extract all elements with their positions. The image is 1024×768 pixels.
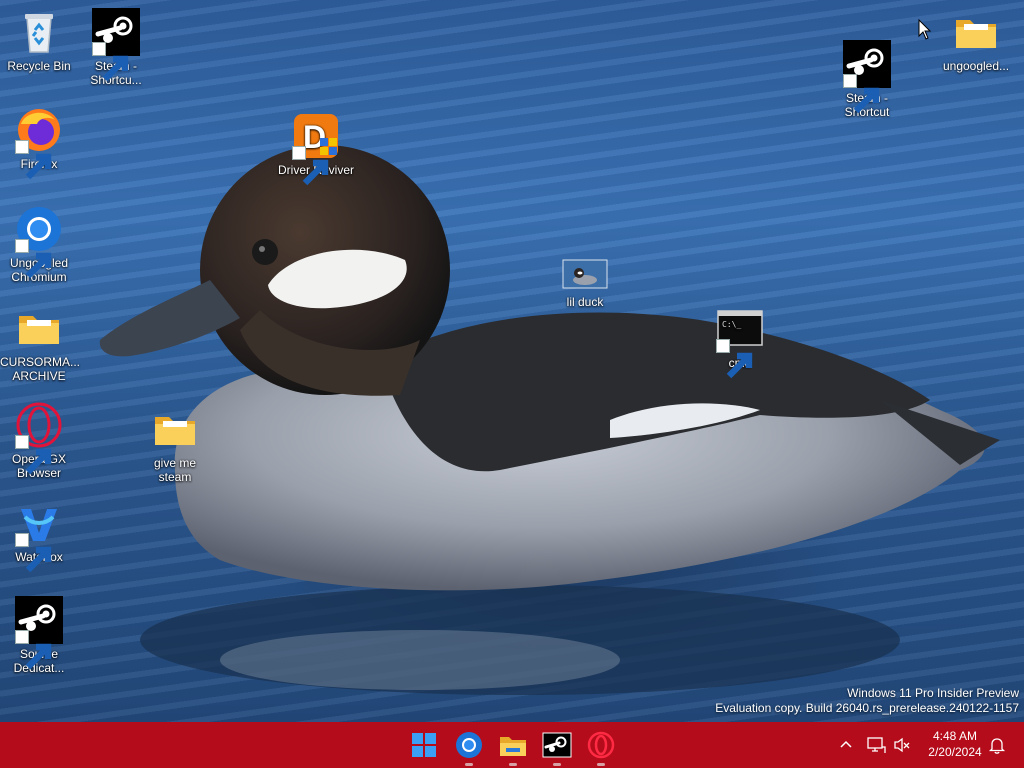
- running-indicator: [597, 763, 605, 766]
- desktop[interactable]: Recycle Bin Steam - Shortcu... Firefox D…: [0, 0, 1024, 722]
- shortcut-arrow-icon: [15, 533, 52, 573]
- clock-date: 2/20/2024: [928, 745, 982, 759]
- show-hidden-icons-button[interactable]: [836, 735, 856, 755]
- driver-reviver-icon: D: [292, 112, 340, 186]
- folder-icon: [151, 405, 199, 453]
- steam-icon: [15, 596, 63, 670]
- watermark-line-2: Evaluation copy. Build 26040.rs_prerelea…: [715, 701, 1019, 715]
- steam-icon: [843, 40, 891, 114]
- desktop-icon-give-me-steam[interactable]: give me steam: [136, 405, 214, 484]
- chromium-icon: [456, 732, 482, 758]
- shortcut-arrow-icon: [92, 42, 129, 82]
- opera-gx-icon: [587, 731, 615, 759]
- svg-text:C:\_: C:\_: [722, 320, 741, 329]
- volume-button[interactable]: [892, 735, 912, 755]
- desktop-icon-driver-reviver[interactable]: D Driver Reviver: [276, 112, 356, 186]
- taskbar-start-button[interactable]: [408, 729, 440, 761]
- running-indicator: [553, 763, 561, 766]
- desktop-icon-label: CURSORMA... ARCHIVE: [0, 355, 81, 383]
- shortcut-arrow-icon: [15, 435, 52, 475]
- watermark-line-1: Windows 11 Pro Insider Preview: [847, 686, 1019, 700]
- steam-icon: [542, 732, 572, 758]
- folder-icon: [15, 304, 63, 352]
- evaluation-watermark: Windows 11 Pro Insider Preview Evaluatio…: [715, 686, 1019, 716]
- shortcut-arrow-icon: [15, 630, 52, 670]
- desktop-icon-steam-shortcut-2[interactable]: Steam - Shortcut: [828, 40, 906, 119]
- shortcut-arrow-icon: [843, 74, 880, 114]
- desktop-icon-waterfox[interactable]: Waterfox: [0, 499, 78, 573]
- image-thumbnail-icon: [561, 256, 609, 292]
- chevron-up-icon: [840, 740, 852, 748]
- running-indicator: [509, 763, 517, 766]
- waterfox-icon: [15, 499, 63, 573]
- desktop-icon-recycle-bin[interactable]: Recycle Bin: [0, 8, 78, 73]
- desktop-icon-cmd[interactable]: C:\_ cmd: [701, 305, 779, 379]
- shortcut-arrow-icon: [716, 339, 753, 379]
- desktop-icon-steam-shortcut-1[interactable]: Steam - Shortcu...: [77, 8, 155, 87]
- desktop-icon-label: ungoogled...: [942, 59, 1010, 73]
- desktop-icon-firefox[interactable]: Firefox: [0, 106, 78, 180]
- start-icon: [412, 733, 436, 757]
- desktop-icon-opera-gx[interactable]: Opera GX Browser: [0, 401, 78, 480]
- desktop-icon-ungoogled-folder[interactable]: ungoogled...: [936, 8, 1016, 73]
- opera-gx-icon: [15, 401, 63, 475]
- volume-muted-icon: [894, 737, 910, 753]
- chromium-icon: [15, 205, 63, 279]
- network-icon: [867, 737, 886, 753]
- file-explorer-icon: [500, 737, 526, 756]
- desktop-icon-source-dedicated[interactable]: Source Dedicat...: [0, 596, 78, 675]
- desktop-icon-lil-duck[interactable]: lil duck: [546, 256, 624, 309]
- folder-icon: [952, 8, 1000, 56]
- taskbar-app-chromium[interactable]: [453, 729, 485, 766]
- taskbar-app-steam[interactable]: [541, 729, 573, 766]
- desktop-icon-ungoogled-chromium[interactable]: Ungoogled Chromium: [0, 205, 78, 284]
- running-indicator: [465, 763, 473, 766]
- recycle-bin-icon: [15, 8, 63, 56]
- shortcut-arrow-icon: [15, 140, 52, 180]
- notifications-button[interactable]: [987, 735, 1007, 755]
- desktop-icon-label: lil duck: [566, 295, 604, 309]
- clock-time: 4:48 AM: [932, 729, 978, 743]
- taskbar: 4:48 AM 2/20/2024: [0, 722, 1024, 768]
- mouse-cursor-icon: [918, 19, 932, 40]
- taskbar-clock[interactable]: 4:48 AM 2/20/2024: [922, 728, 988, 760]
- bell-icon: [988, 738, 1006, 754]
- taskbar-app-file-explorer[interactable]: [497, 729, 529, 766]
- desktop-icon-label: give me steam: [153, 456, 197, 484]
- desktop-icon-label: Recycle Bin: [7, 59, 71, 73]
- shortcut-arrow-icon: [15, 239, 52, 279]
- network-status-button[interactable]: [866, 735, 886, 755]
- shortcut-arrow-icon: [292, 146, 329, 186]
- cmd-icon: C:\_: [716, 305, 764, 379]
- taskbar-app-opera-gx[interactable]: [585, 729, 617, 766]
- desktop-icon-cursorma-archive[interactable]: CURSORMA... ARCHIVE: [0, 304, 81, 383]
- steam-icon: [92, 8, 140, 82]
- firefox-icon: [15, 106, 63, 180]
